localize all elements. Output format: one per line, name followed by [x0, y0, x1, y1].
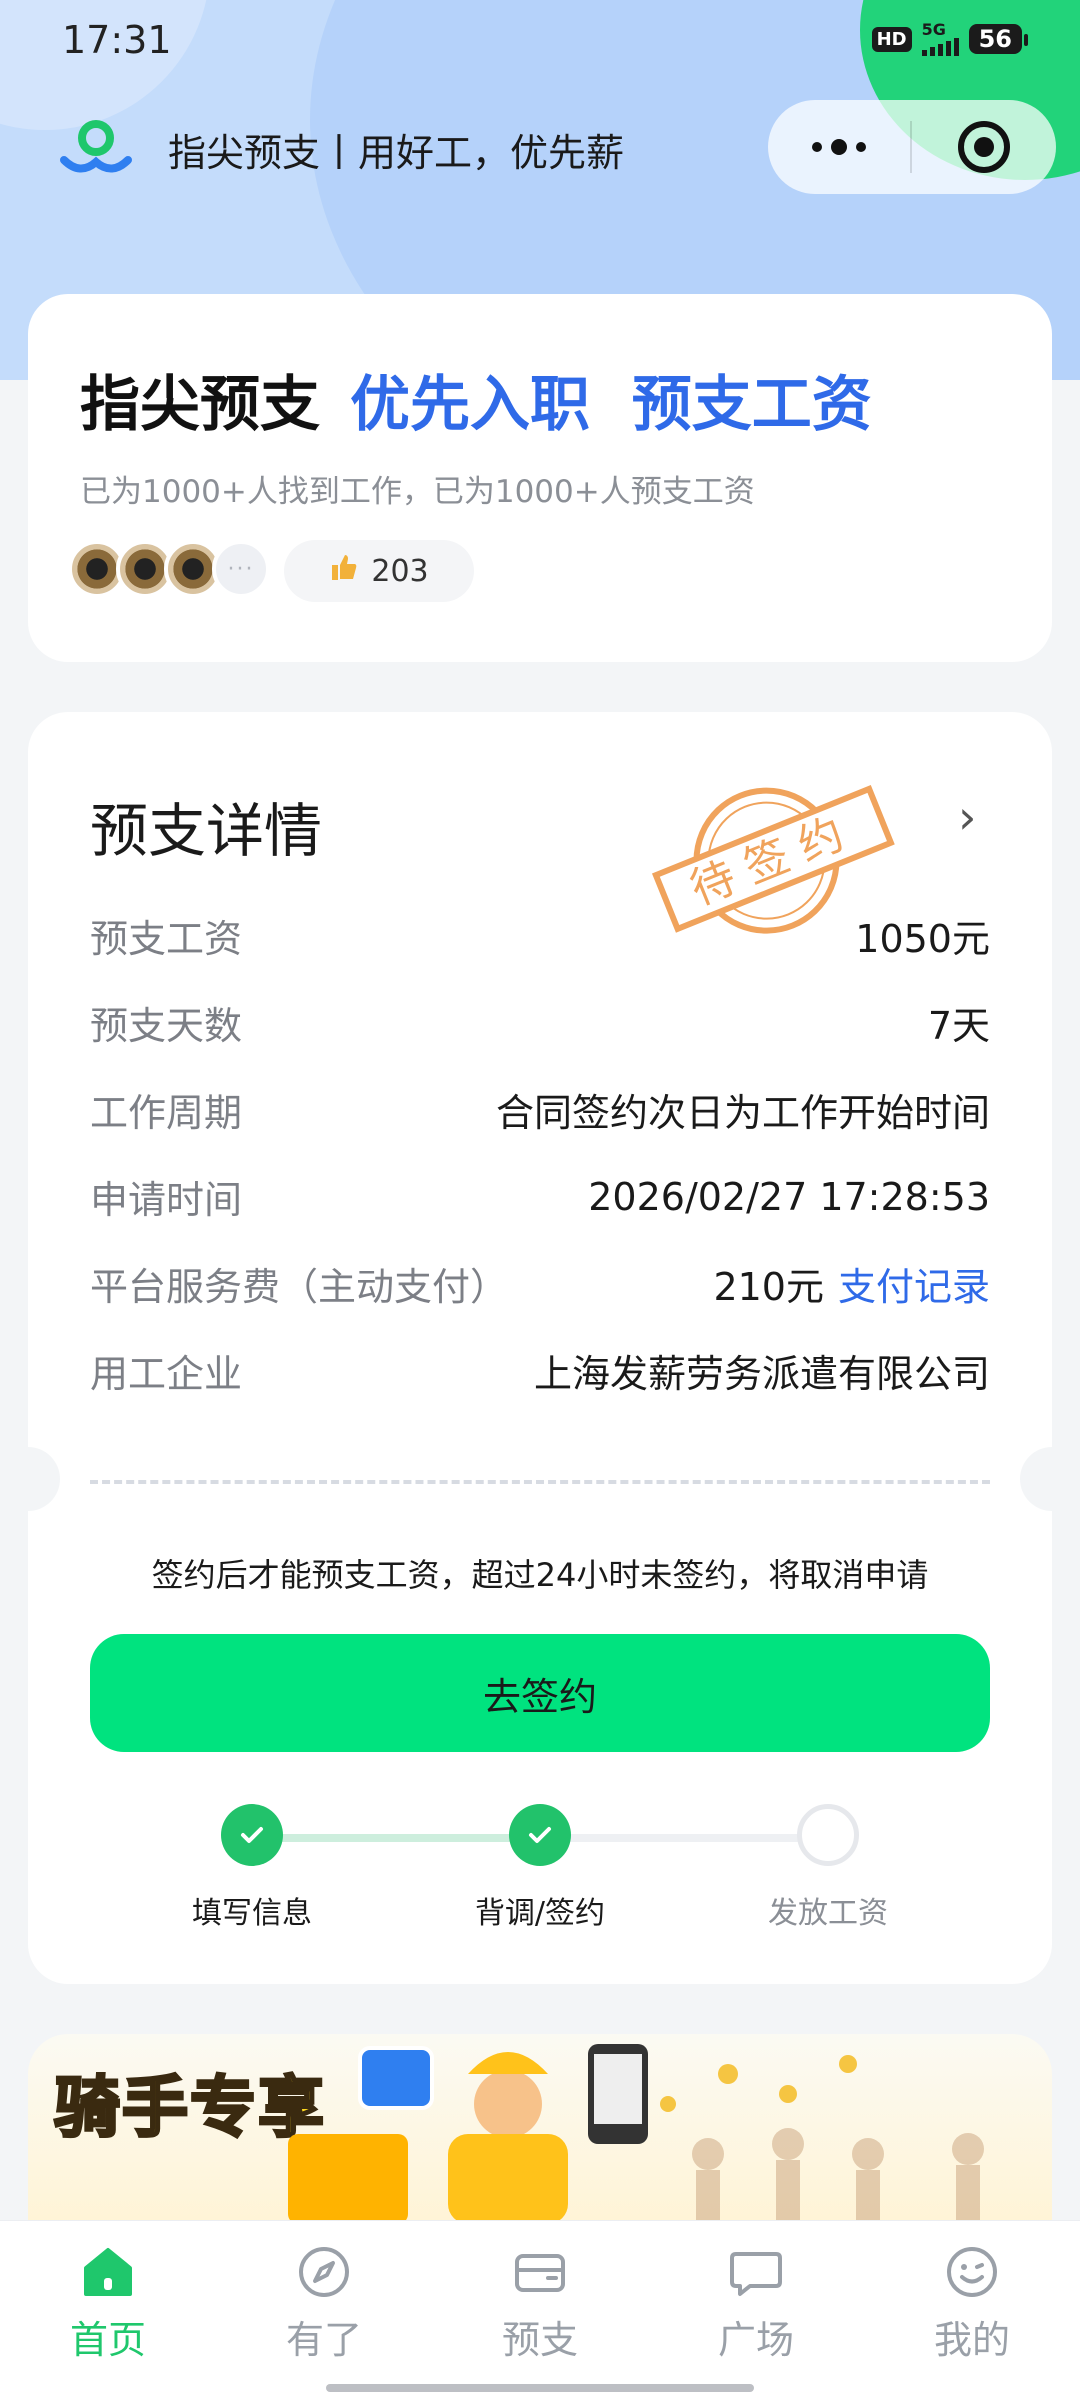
detail-row-advance-wage: 预支工资 1050元	[90, 917, 990, 961]
home-indicator	[326, 2384, 754, 2392]
smile-icon	[902, 2241, 1042, 2303]
tab-square[interactable]: 广场	[686, 2241, 826, 2364]
tab-youle[interactable]: 有了	[254, 2241, 394, 2364]
compass-icon	[254, 2241, 394, 2303]
step-fill-info: 填写信息	[152, 1804, 352, 1932]
miniprogram-capsule	[768, 100, 1056, 194]
signal-icon: 5G	[921, 20, 959, 56]
app-logo-icon	[60, 120, 132, 173]
more-avatars: ···	[212, 540, 270, 598]
detail-row-service-fee: 平台服务费（主动支付） 210元 支付记录	[90, 1265, 990, 1309]
ticket-notch	[1020, 1447, 1052, 1511]
status-time: 17:31	[62, 18, 172, 62]
rider-illustration	[288, 2044, 984, 2224]
thumbs-up-icon	[329, 552, 359, 590]
detail-row-work-period: 工作周期 合同签约次日为工作开始时间	[90, 1091, 990, 1135]
detail-row-advance-days: 预支天数 7天	[90, 1004, 990, 1048]
detail-row-employer: 用工企业 上海发薪劳务派遣有限公司	[90, 1352, 990, 1396]
dashed-divider	[90, 1480, 990, 1484]
check-icon	[221, 1804, 283, 1866]
chat-icon	[686, 2241, 826, 2303]
bottom-tab-bar: 首页 有了 预支 广场 我的	[0, 2220, 1080, 2400]
hd-icon: HD	[871, 26, 912, 52]
home-icon	[38, 2241, 178, 2303]
battery-icon: 56	[968, 24, 1029, 54]
detail-row-apply-time: 申请时间 2026/02/27 17:28:53	[90, 1174, 990, 1223]
intro-headline: 指尖预支 优先入职 预支工资	[80, 356, 872, 443]
status-bar: 17:31 HD 5G 56	[0, 0, 1080, 90]
intro-subtitle: 已为1000+人找到工作，已为1000+人预支工资	[80, 474, 755, 510]
more-icon[interactable]	[768, 139, 910, 155]
headline-slogan: 优先入职 预支工资	[350, 370, 872, 440]
status-icons: HD 5G 56	[871, 20, 1029, 56]
check-icon	[509, 1804, 571, 1866]
network-type: 5G	[921, 20, 946, 39]
wallet-icon	[470, 2241, 610, 2303]
advance-detail-card: 预支详情 待签约 › 预支工资 1050元 预支天数 7天 工作周期 合同签约次…	[28, 712, 1052, 1984]
go-sign-button[interactable]: 去签约	[90, 1634, 990, 1752]
tab-mine[interactable]: 我的	[902, 2241, 1042, 2364]
payment-record-link[interactable]: 支付记录	[838, 1265, 990, 1309]
rider-exclusive-banner[interactable]: 骑手专享	[28, 2034, 1052, 2224]
chevron-right-icon[interactable]: ›	[958, 790, 976, 844]
detail-title: 预支详情	[90, 797, 323, 865]
app-title: 指尖预支丨用好工，优先薪	[168, 131, 625, 175]
ticket-notch	[28, 1447, 60, 1511]
step-pay-wage: 发放工资	[728, 1804, 928, 1932]
tab-home[interactable]: 首页	[38, 2241, 178, 2364]
service-fee-value: 210元	[713, 1265, 824, 1309]
app-header: 指尖预支丨用好工，优先薪	[0, 100, 1080, 200]
pending-circle-icon	[797, 1804, 859, 1866]
tab-advance[interactable]: 预支	[470, 2241, 610, 2364]
detail-rows: 预支工资 1050元 预支天数 7天 工作周期 合同签约次日为工作开始时间 申请…	[90, 892, 990, 1414]
step-background-check-sign: 背调/签约	[440, 1804, 640, 1932]
intro-card: 指尖预支 优先入职 预支工资 已为1000+人找到工作，已为1000+人预支工资 …	[28, 294, 1052, 662]
target-icon[interactable]	[912, 121, 1056, 173]
like-count: 203	[371, 553, 429, 589]
like-button[interactable]: 203	[284, 540, 474, 602]
headline-brand: 指尖预支	[80, 370, 320, 440]
sign-notice: 签约后才能预支工资，超过24小时未签约，将取消申请	[151, 1556, 929, 1594]
avatar-group: ···	[68, 540, 270, 598]
progress-steps: 填写信息 背调/签约 发放工资	[28, 1804, 1052, 1934]
